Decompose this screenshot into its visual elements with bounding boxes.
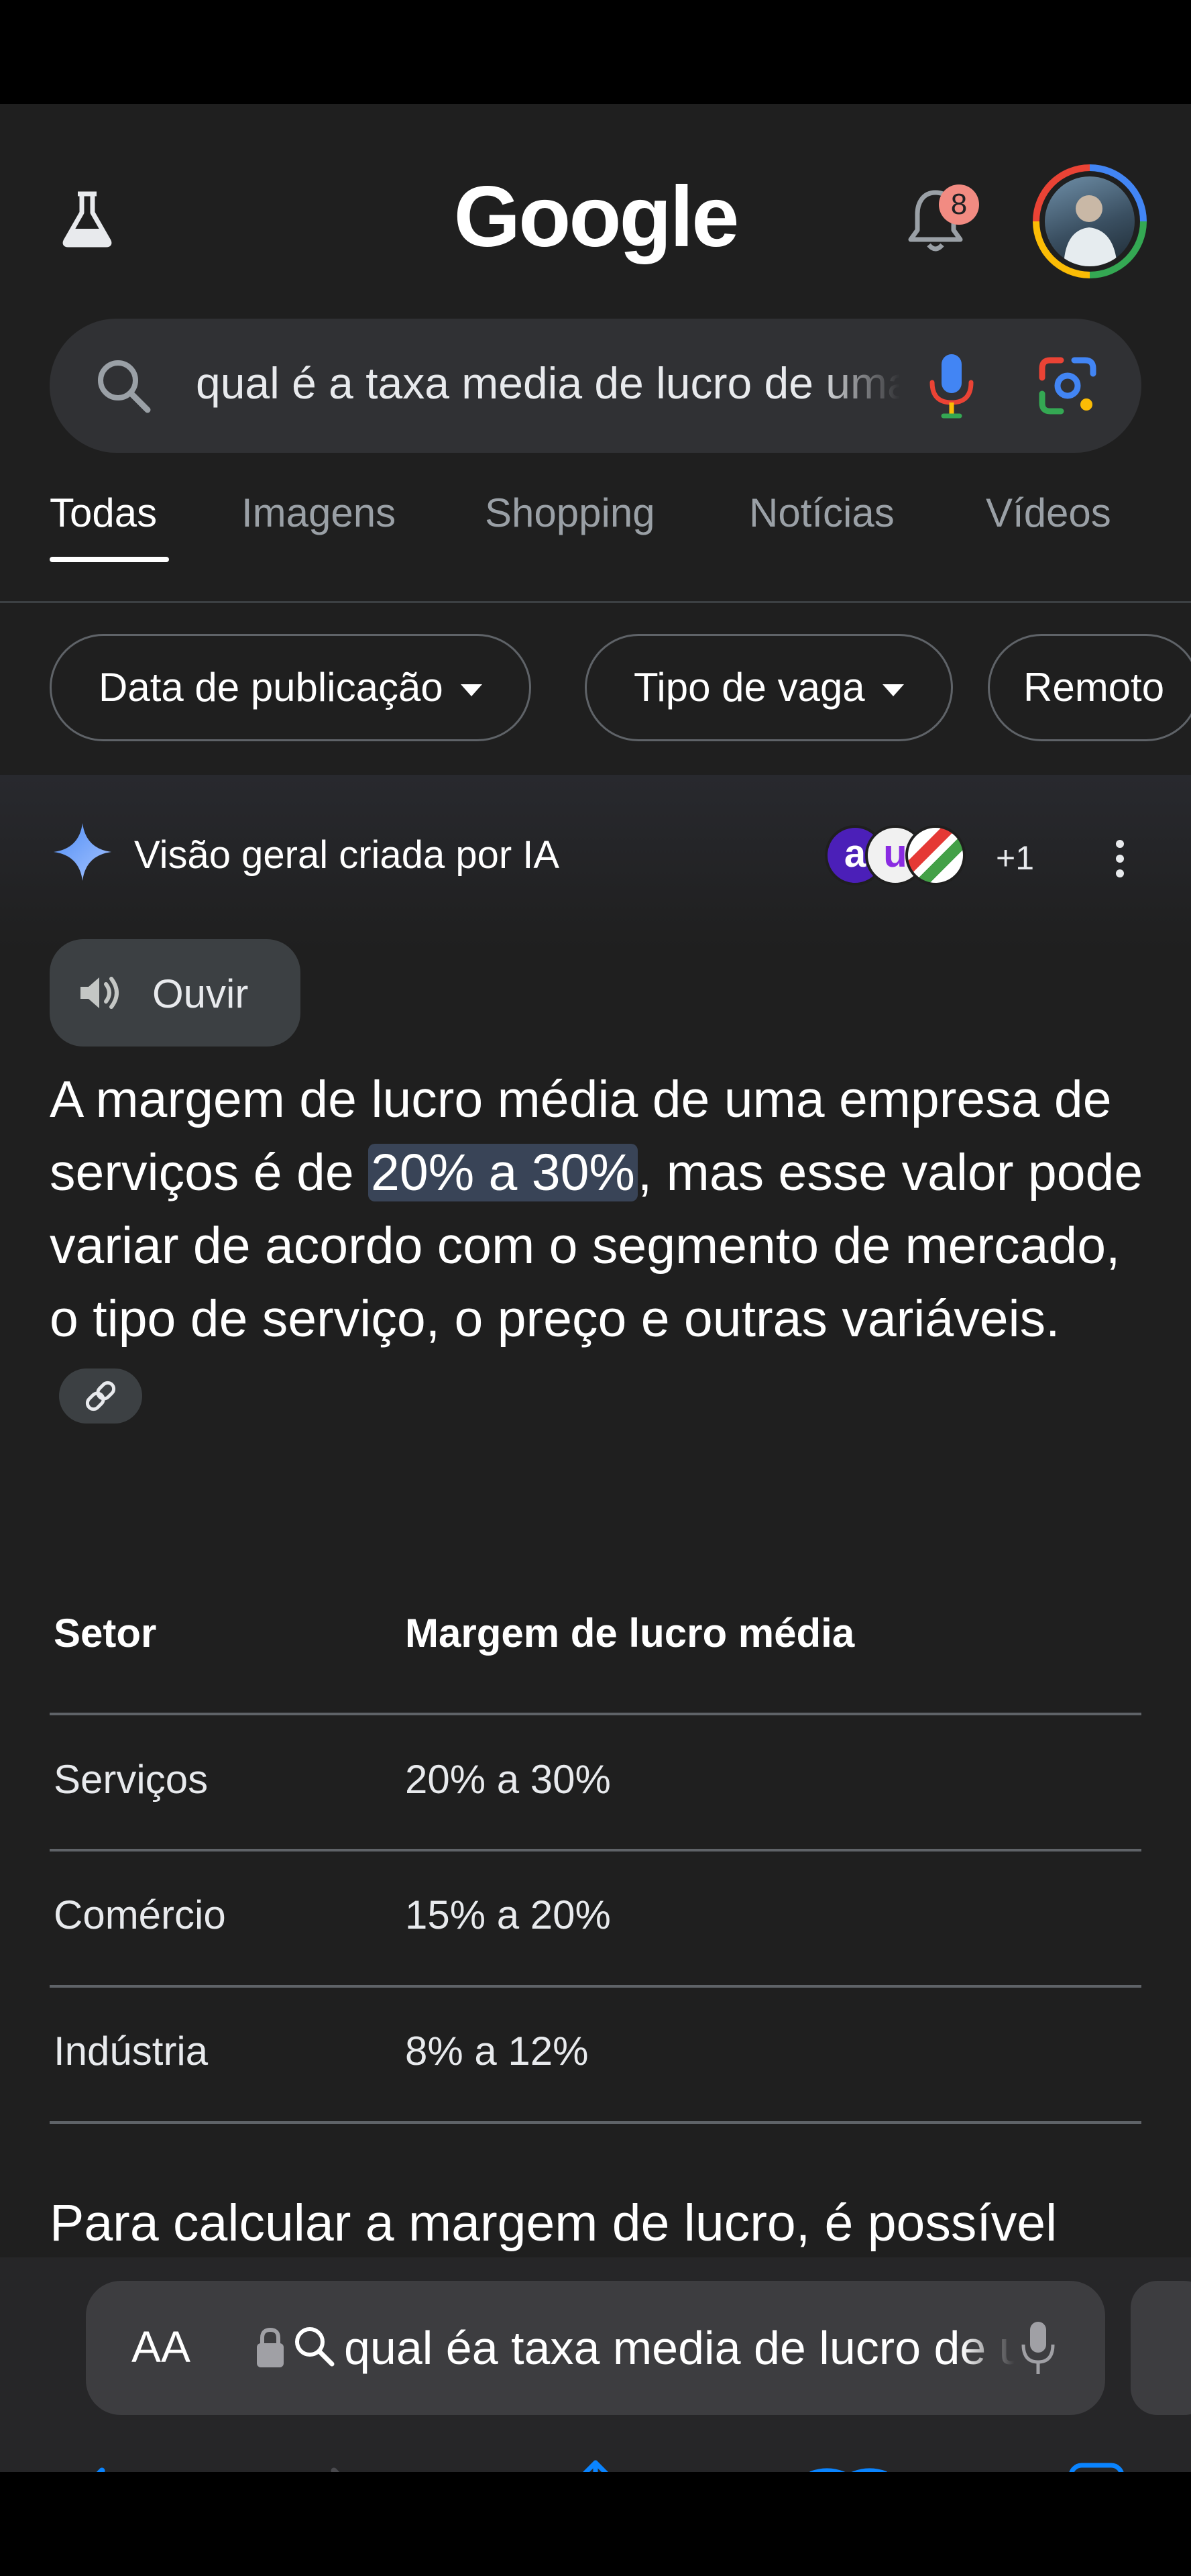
forward-icon[interactable] (302, 2459, 389, 2472)
table-cell: 20% a 30% (405, 1757, 611, 1802)
filter-chip-label: Tipo de vaga (634, 665, 865, 710)
listen-button[interactable]: Ouvir (50, 939, 300, 1046)
header: Google 8 qual é a taxa media de lucro de… (0, 104, 1191, 775)
notification-badge: 8 (939, 184, 979, 225)
chevron-down-icon (882, 684, 904, 697)
source-favicon[interactable] (905, 825, 966, 885)
table-divider (50, 1713, 1141, 1715)
lock-icon (257, 2327, 284, 2367)
page-settings-button[interactable]: AA (131, 2321, 190, 2372)
ai-overview: Visão geral criada por IA a u +1 Ouvir A… (0, 775, 1191, 2472)
tab-shopping[interactable]: Shopping (485, 490, 655, 536)
gemini-sparkle-icon (54, 823, 111, 881)
safari-toolbar: AA qual éa taxa media de lucro de uma em… (0, 2257, 1191, 2472)
google-lens-icon[interactable] (1034, 352, 1101, 419)
link-icon (85, 1381, 116, 1411)
filter-chip-label: Remoto (1023, 665, 1165, 710)
table-cell: 15% a 20% (405, 1892, 611, 1937)
answer-highlight: 20% a 30% (368, 1144, 638, 1201)
speaker-icon (80, 977, 119, 1009)
bookmarks-icon[interactable] (805, 2459, 892, 2472)
chevron-down-icon (460, 684, 482, 697)
search-results-page: Google 8 qual é a taxa media de lucro de… (0, 104, 1191, 2472)
search-icon (98, 360, 151, 413)
tab-todas[interactable]: Todas (50, 490, 157, 536)
table-cell: Indústria (54, 2029, 209, 2074)
tab-imagens[interactable]: Imagens (241, 490, 396, 536)
back-icon[interactable] (47, 2459, 134, 2472)
table-header: Margem de lucro média (405, 1611, 855, 1656)
table-divider (50, 2121, 1141, 2124)
tabs-icon[interactable] (1056, 2459, 1143, 2472)
search-box[interactable]: qual é a taxa media de lucro de uma empr… (50, 319, 1141, 453)
tab-noticias[interactable]: Notícias (749, 490, 895, 536)
tabs-divider (0, 601, 1191, 603)
ai-answer-continuation: Para calcular a margem de lucro, é possí… (50, 2194, 1058, 2252)
listen-label: Ouvir (152, 971, 249, 1016)
table-divider (50, 1849, 1141, 1851)
table-divider (50, 1985, 1141, 1988)
profile-photo (1045, 176, 1135, 266)
next-tab-preview[interactable] (1131, 2281, 1191, 2415)
google-logo[interactable]: Google (0, 168, 1191, 266)
ai-answer-text: A margem de lucro média de uma empresa d… (50, 1063, 1149, 1429)
share-icon[interactable] (552, 2459, 639, 2472)
active-tab-indicator (50, 557, 169, 562)
source-link-chip[interactable] (59, 1368, 142, 1424)
more-options-icon[interactable] (1113, 839, 1127, 879)
filter-chip-remoto[interactable]: Remoto (988, 634, 1191, 741)
filter-chip-label: Data de publicação (99, 665, 443, 710)
sources-more-count[interactable]: +1 (996, 839, 1034, 877)
aa-label: AA (131, 2322, 191, 2371)
filter-chip-data-publicacao[interactable]: Data de publicação (50, 634, 531, 741)
search-tabs: Todas Imagens Shopping Notícias Vídeos (0, 490, 1191, 597)
search-query[interactable]: qual é a taxa media de lucro de uma empr… (196, 358, 900, 409)
address-bar-text[interactable]: qual éa taxa media de lucro de uma empre… (344, 2321, 1015, 2375)
microphone-icon[interactable] (1018, 2318, 1058, 2378)
tab-videos[interactable]: Vídeos (986, 490, 1111, 536)
ai-overview-title: Visão geral criada por IA (134, 833, 560, 877)
table-header: Setor (54, 1611, 157, 1656)
table-cell: Comércio (54, 1892, 226, 1937)
table-cell: 8% a 12% (405, 2029, 589, 2074)
account-avatar[interactable] (1033, 164, 1147, 278)
search-icon (295, 2327, 335, 2367)
filter-chip-tipo-vaga[interactable]: Tipo de vaga (585, 634, 953, 741)
source-avatars[interactable]: a u (825, 825, 1006, 885)
address-bar[interactable]: AA qual éa taxa media de lucro de uma em… (86, 2281, 1105, 2415)
voice-search-icon[interactable] (921, 349, 982, 423)
table-cell: Serviços (54, 1757, 209, 1802)
